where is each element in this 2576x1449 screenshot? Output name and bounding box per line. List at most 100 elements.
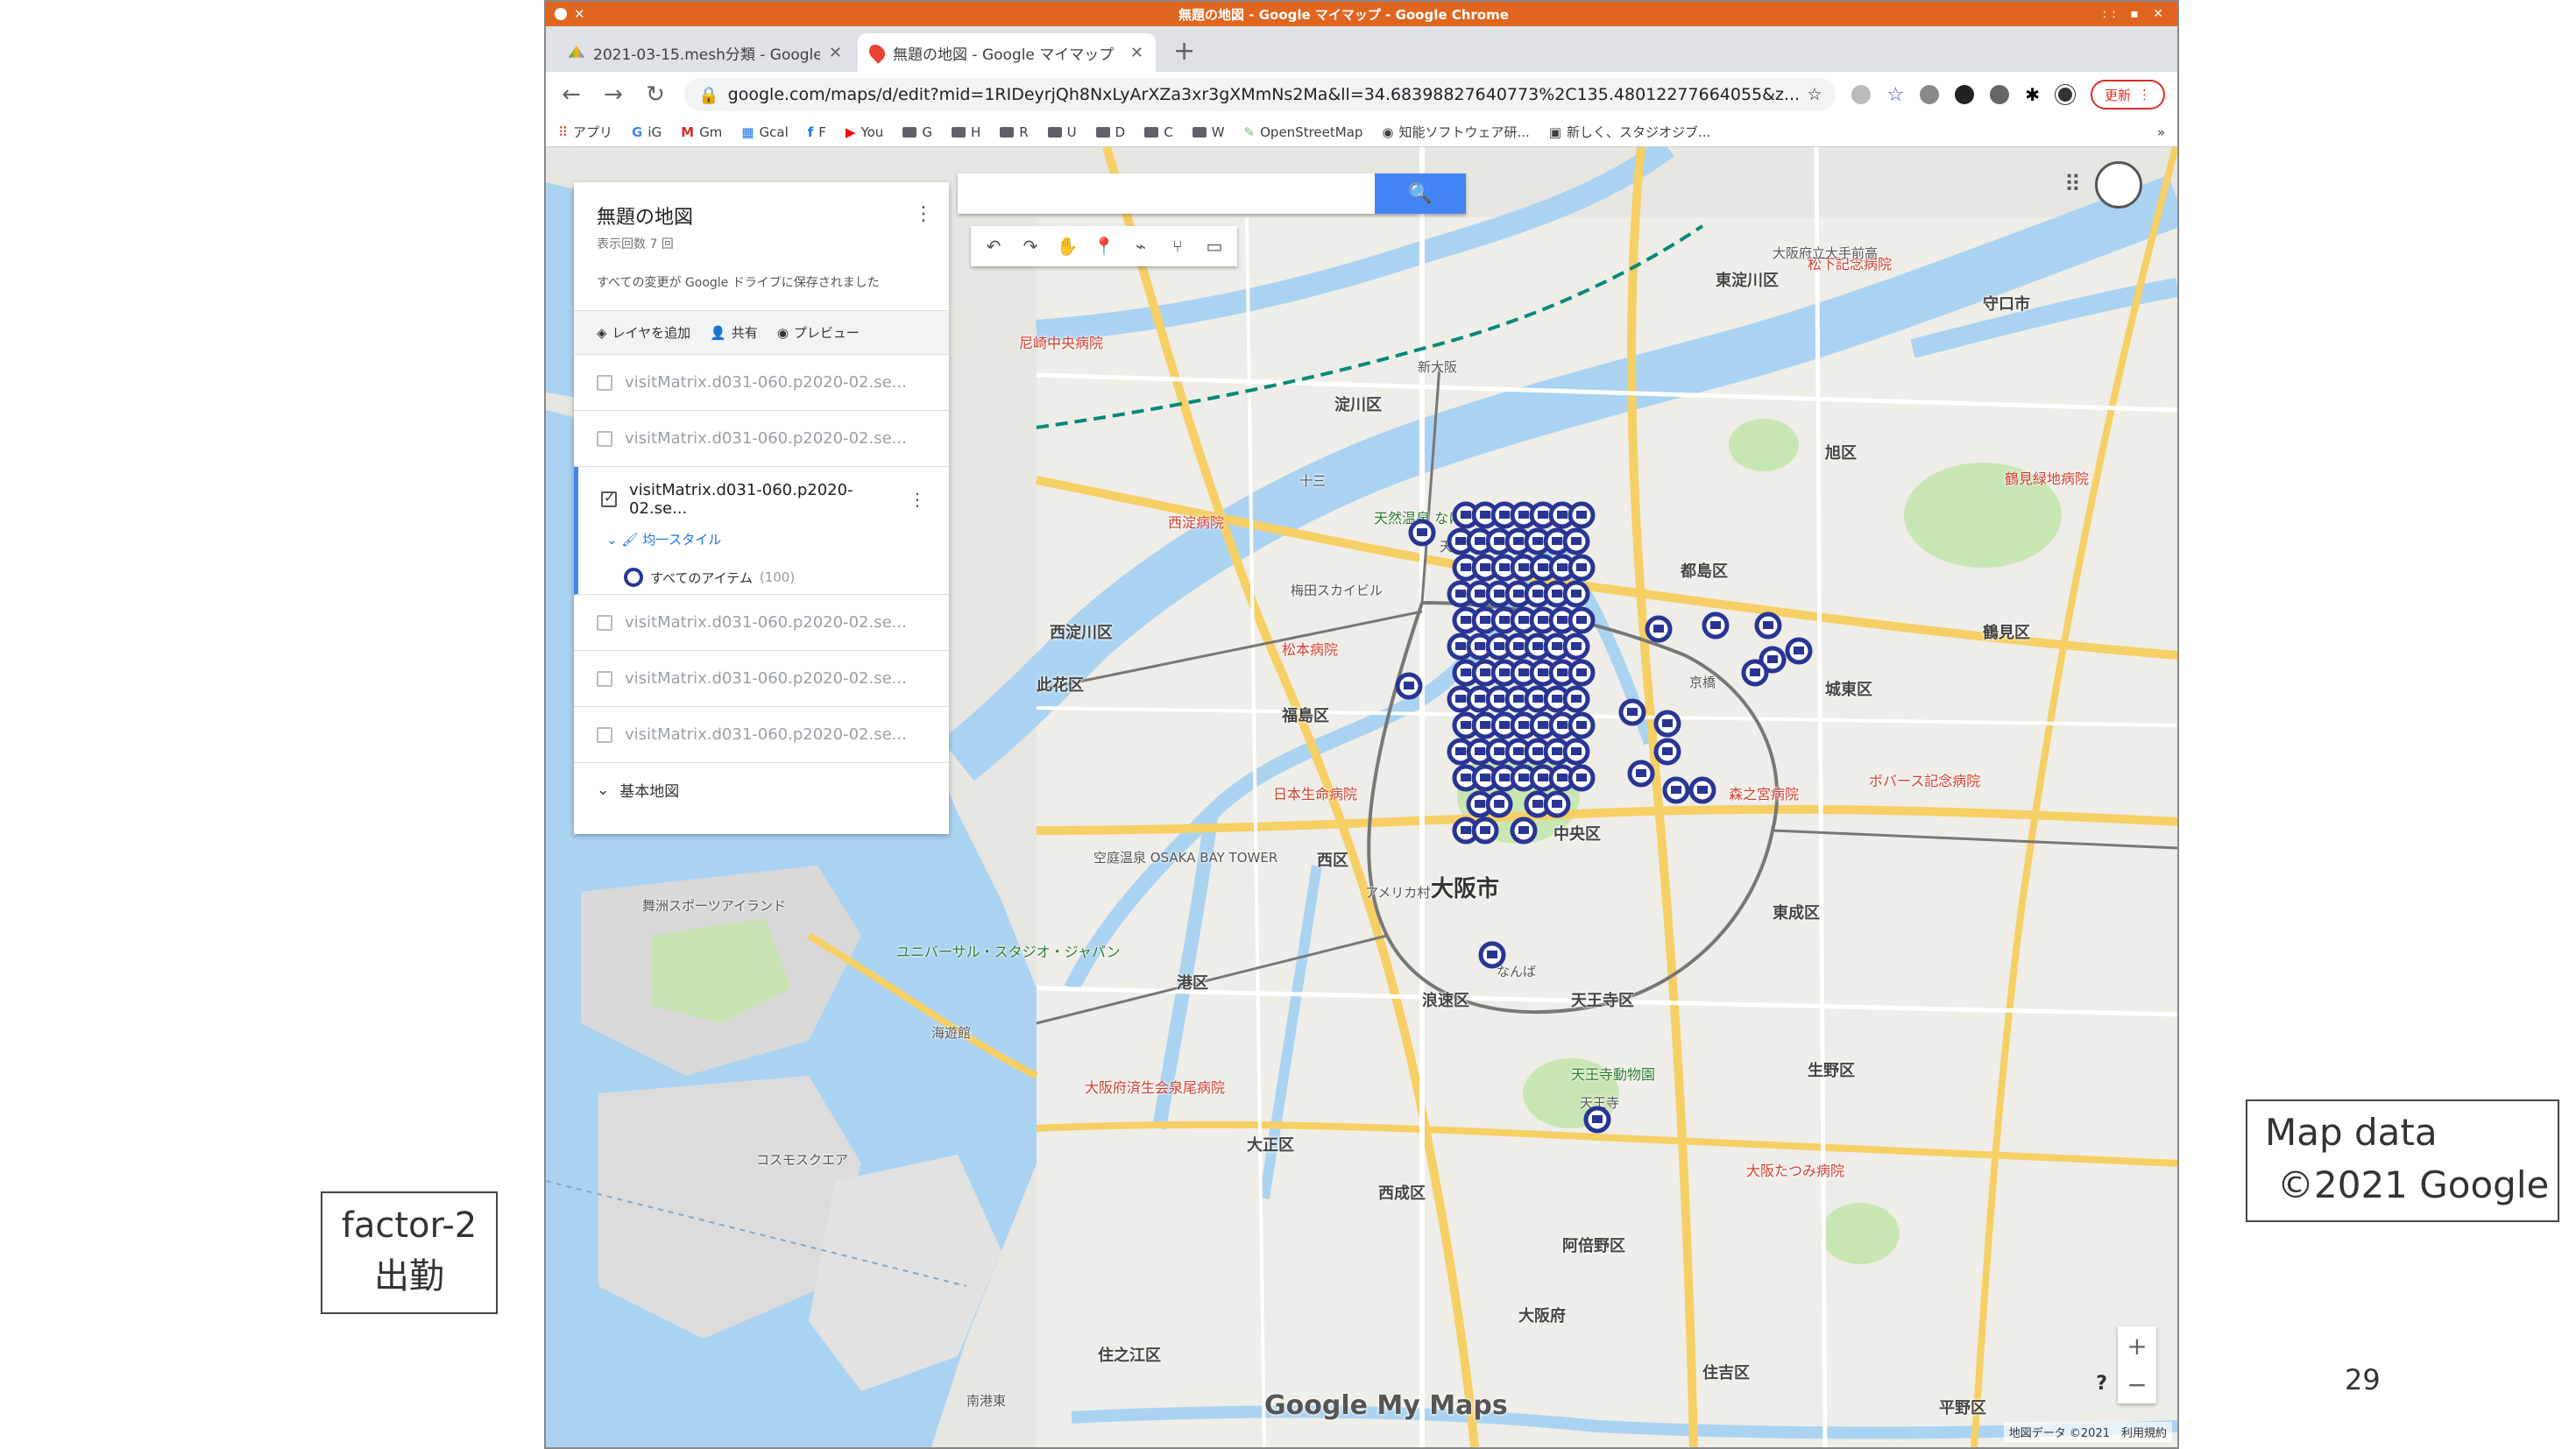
- add-layer-button[interactable]: ◈ レイヤを追加: [597, 323, 690, 342]
- style-setting[interactable]: ⌄ 🖌 均一スタイル: [601, 530, 926, 548]
- puzzle-icon[interactable]: ✱: [2025, 84, 2040, 105]
- briefcase-icon: [1499, 668, 1510, 676]
- briefcase-icon: [1480, 721, 1490, 729]
- map-tools: ↶ ↷ ✋ 📍 ⌁ ⑂ ▭: [971, 226, 1237, 266]
- hand-icon[interactable]: ✋: [1051, 230, 1083, 262]
- layer-item[interactable]: visitMatrix.d031-060.p2020-02.se...: [574, 411, 949, 467]
- close-tab-icon[interactable]: ✕: [829, 44, 842, 62]
- bookmark-folder[interactable]: C: [1144, 124, 1173, 140]
- reload-icon[interactable]: ↻: [642, 81, 669, 108]
- map-attribution[interactable]: 地図データ ©2021 利用規約: [2003, 1422, 2172, 1442]
- layer-item[interactable]: visitMatrix.d031-060.p2020-02.se...: [574, 595, 949, 651]
- briefcase-icon: [1552, 800, 1562, 808]
- zoom-in-button[interactable]: +: [2118, 1326, 2156, 1365]
- zoom-out-button[interactable]: −: [2118, 1365, 2156, 1403]
- briefcase-icon: [1513, 590, 1524, 597]
- bookmark-item[interactable]: ▦ Gcal: [741, 124, 788, 140]
- bookmark-folder[interactable]: R: [1000, 124, 1029, 140]
- help-icon[interactable]: ?: [2096, 1373, 2107, 1395]
- address-bar[interactable]: 🔒 google.com/maps/d/edit?mid=1RIDeyrjQh8…: [684, 78, 1836, 111]
- briefcase-icon: [1662, 747, 1673, 755]
- briefcase-icon: [1571, 590, 1582, 597]
- layer-checkbox[interactable]: [601, 489, 617, 507]
- bookmark-folder[interactable]: H: [951, 124, 980, 140]
- bookmark-item[interactable]: ✎ OpenStreetMap: [1244, 124, 1363, 140]
- back-icon[interactable]: ←: [558, 81, 584, 108]
- layer-menu-icon[interactable]: ⋮: [909, 489, 926, 510]
- add-marker-icon[interactable]: 📍: [1088, 230, 1120, 262]
- layer-checkbox[interactable]: [597, 430, 612, 447]
- briefcase-icon: [1475, 800, 1485, 808]
- update-button[interactable]: 更新 ⋮: [2090, 80, 2165, 110]
- apps-grid-icon[interactable]: ⠿: [2064, 172, 2081, 198]
- briefcase-icon: [1494, 800, 1504, 808]
- briefcase-icon: [1494, 537, 1504, 545]
- briefcase-icon: [1487, 951, 1497, 958]
- map-title[interactable]: 無題の地図: [597, 201, 926, 230]
- close-window-icon[interactable]: ✕: [574, 6, 585, 22]
- bookmark-item[interactable]: GiG: [632, 124, 662, 140]
- slide: ✕ 無題の地図 - Google マイマップ - Google Chrome :…: [0, 0, 2576, 1449]
- map-search-input[interactable]: [958, 173, 1375, 214]
- extension-icon[interactable]: [1990, 85, 2010, 104]
- extension-icon[interactable]: [1851, 85, 1872, 104]
- bookmark-folder[interactable]: D: [1095, 124, 1125, 140]
- tab-mesh[interactable]: 2021-03-15.mesh分類 - Google ✕: [556, 33, 854, 72]
- layer-item[interactable]: visitMatrix.d031-060.p2020-02.se...: [574, 651, 949, 707]
- ruler-icon[interactable]: ▭: [1199, 230, 1230, 262]
- share-button[interactable]: 👤 共有: [710, 323, 758, 342]
- bookmark-item[interactable]: ▶ You: [846, 124, 883, 140]
- extension-icon[interactable]: [1920, 85, 1940, 104]
- items-row[interactable]: すべてのアイテム (100): [601, 568, 926, 587]
- map-search[interactable]: 🔍: [958, 173, 1466, 214]
- undo-icon[interactable]: ↶: [978, 230, 1009, 262]
- layer-checkbox[interactable]: [597, 726, 612, 743]
- bookmark-item[interactable]: M Gm: [681, 124, 722, 140]
- layer-checkbox[interactable]: [597, 670, 612, 687]
- more-menu-icon[interactable]: ⋮: [914, 203, 933, 225]
- panel-actions: ◈ レイヤを追加 👤 共有 ◉ プレビュー: [574, 310, 949, 355]
- bookmark-folder[interactable]: W: [1192, 124, 1225, 140]
- bookmark-item[interactable]: ▣ 新しく、スタジオジブ...: [1549, 123, 1711, 141]
- briefcase-icon: [1475, 747, 1485, 755]
- map-canvas[interactable]: 東淀川区 守口市 淀川区 旭区 都島区 鶴見区 西淀川区 福島区 城東区 中央区 西区 東成区 港区 浪速…: [546, 147, 2177, 1447]
- briefcase-icon: [1461, 563, 1471, 571]
- layer-item[interactable]: visitMatrix.d031-060.p2020-02.se...: [574, 707, 949, 763]
- search-button[interactable]: 🔍: [1375, 173, 1466, 214]
- briefcase-icon: [1532, 800, 1543, 808]
- active-layer[interactable]: visitMatrix.d031-060.p2020-02.se... ⋮ ⌄ …: [574, 467, 949, 595]
- draw-line-icon[interactable]: ⌁: [1125, 230, 1157, 262]
- layer-checkbox[interactable]: [597, 614, 612, 631]
- profile-avatar[interactable]: [2055, 85, 2075, 104]
- extension-icon[interactable]: [1955, 85, 1975, 104]
- bookmarks-overflow[interactable]: »: [2157, 124, 2165, 140]
- briefcase-icon: [1571, 695, 1582, 703]
- briefcase-icon: [1480, 563, 1490, 571]
- folder-icon: [1047, 126, 1062, 138]
- forward-icon[interactable]: →: [600, 81, 626, 108]
- briefcase-icon: [1794, 647, 1804, 654]
- bookmark-item[interactable]: ◉ 知能ソフトウェア研...: [1382, 123, 1529, 141]
- bookmark-folder[interactable]: U: [1047, 124, 1077, 140]
- briefcase-icon: [1455, 747, 1466, 755]
- eye-icon: ◉: [776, 324, 789, 341]
- tab-mymaps[interactable]: 無題の地図 - Google マイマップ ✕: [858, 33, 1156, 72]
- url-text: google.com/maps/d/edit?mid=1RIDeyrjQh8Nx…: [727, 85, 1799, 104]
- briefcase-icon: [1518, 826, 1529, 834]
- bookmark-item[interactable]: ⠿ アプリ: [558, 123, 612, 141]
- basemap-row[interactable]: ⌄ 基本地図: [574, 763, 949, 816]
- bookmark-star-icon[interactable]: ☆: [1807, 85, 1822, 104]
- preview-button[interactable]: ◉ プレビュー: [777, 323, 860, 342]
- window-controls[interactable]: :: ▪ ✕: [2102, 7, 2169, 21]
- new-tab-button[interactable]: +: [1159, 36, 1209, 72]
- bookmark-folder[interactable]: G: [902, 124, 932, 140]
- close-tab-icon[interactable]: ✕: [1130, 44, 1143, 62]
- layer-item[interactable]: visitMatrix.d031-060.p2020-02.se...: [574, 355, 949, 411]
- star-icon[interactable]: ☆: [1886, 84, 1904, 106]
- layer-checkbox[interactable]: [597, 374, 612, 391]
- bookmark-item[interactable]: fF: [808, 124, 826, 140]
- directions-icon[interactable]: ⑂: [1162, 230, 1193, 262]
- redo-icon[interactable]: ↷: [1015, 230, 1046, 262]
- account-avatar[interactable]: [2095, 161, 2142, 209]
- title-bar: ✕ 無題の地図 - Google マイマップ - Google Chrome :…: [546, 2, 2177, 26]
